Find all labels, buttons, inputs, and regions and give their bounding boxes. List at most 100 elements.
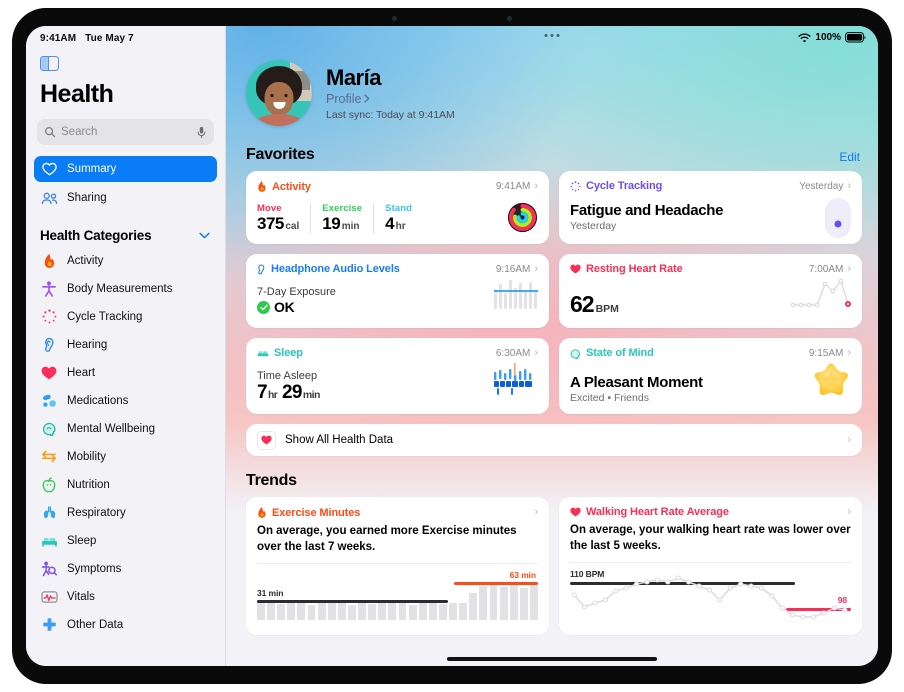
sleep-minutes: 29 [281,382,303,403]
chart-highlight-rule [453,582,538,585]
search-input[interactable] [61,126,191,138]
sleep-duration: 7hr 29min [257,383,320,403]
status-date: Tue May 7 [85,33,134,44]
stat-move: Move 375 cal [257,203,310,234]
chart-baseline-label: 31 min [257,588,284,599]
profile-link[interactable]: Profile [326,92,455,106]
sidebar-item-label: Respiratory [67,506,126,519]
card-time: 6:30AM [495,347,531,359]
sleep-label: Time Asleep [257,370,318,382]
microphone-icon[interactable] [196,126,207,139]
flame-icon [40,253,58,269]
multitasking-dots-icon[interactable] [544,34,560,37]
chevron-down-icon[interactable] [199,232,210,239]
stat-label: Move [257,203,282,214]
sidebar-item-mental-wellbeing[interactable]: Mental Wellbeing [34,415,217,442]
card-title: Sleep [257,347,303,359]
sidebar-item-heart[interactable]: Heart [34,359,217,386]
card-title: Exercise Minutes [257,506,360,519]
card-cycle-tracking[interactable]: Cycle Tracking Yesterday › Fatigue and H… [559,171,862,244]
ipad-device-frame: 9:41AM Tue May 7 Health Search Summary S… [12,8,892,684]
sidebar-item-sleep[interactable]: Sleep [34,527,217,554]
sidebar-item-sharing[interactable]: Sharing [34,185,217,211]
check-circle-icon [257,300,270,314]
avatar-smile [273,102,285,109]
cycle-dot-pill-icon [825,198,851,238]
pills-icon [40,394,58,408]
sensor-dot [507,16,512,21]
card-title-label: Activity [272,180,311,193]
ipad-screen: 9:41AM Tue May 7 Health Search Summary S… [26,26,878,666]
card-title: Resting Heart Rate [570,263,683,275]
flame-icon [258,180,266,192]
sidebar-item-nutrition[interactable]: Nutrition [34,471,217,498]
card-activity[interactable]: Activity 9:41AM › Move 375 cal Exercise … [246,171,549,244]
card-headphone-audio-levels[interactable]: Headphone Audio Levels 9:16AM › 7-Day Ex… [246,254,549,328]
card-state-of-mind[interactable]: State of Mind 9:15AM › A Pleasant Moment… [559,338,862,414]
sidebar-item-label: Cycle Tracking [67,310,143,323]
status-bar-left: 9:41AM Tue May 7 [26,33,225,44]
heart-filled-icon [570,507,581,517]
sidebar-item-activity[interactable]: Activity [34,247,217,274]
profile-header[interactable]: María Profile Last sync: Today at 9:41AM [246,60,862,146]
sidebar-item-medications[interactable]: Medications [34,387,217,414]
chevron-right-icon: › [534,506,538,518]
chart-baseline-rule [257,600,449,603]
show-all-health-data-row[interactable]: Show All Health Data › [246,424,862,456]
heart-filled-icon [570,264,581,274]
edit-favorites-button[interactable]: Edit [839,150,860,164]
sidebar-item-respiratory[interactable]: Respiratory [34,499,217,526]
trend-description: On average, you earned more Exercise min… [257,525,517,553]
main-content: 100% María Profile Last sync: Today at 9… [226,26,878,666]
card-time: 9:15AM [808,347,844,359]
heart-filled-icon [257,430,276,450]
card-time: 9:16AM [495,263,531,275]
sidebar-item-vitals[interactable]: Vitals [34,583,217,610]
sidebar-toggle-icon[interactable] [40,56,59,71]
card-trend-walking-heart-rate[interactable]: Walking Heart Rate Average › On average,… [559,497,862,636]
sidebar-item-symptoms[interactable]: Symptoms [34,555,217,582]
health-categories-header[interactable]: Health Categories [40,228,210,243]
card-title: Cycle Tracking [570,180,662,192]
profile-link-label: Profile [326,91,362,106]
sidebar-item-summary[interactable]: Summary [34,156,217,182]
card-meta: 9:15AM › [808,347,851,359]
card-sleep[interactable]: Sleep 6:30AM › Time Asleep 7hr 29min [246,338,549,414]
symptoms-icon [40,561,58,577]
card-body: 7-Day Exposure OK [257,277,539,315]
trends-grid: Exercise Minutes › On average, you earne… [246,497,862,636]
favorites-grid: Activity 9:41AM › Move 375 cal Exercise … [246,171,862,414]
heart-rate-line-chart-icon [790,278,851,317]
stat-exercise: Exercise 19 min [310,203,373,234]
walking-heart-rate-chart: 110 BPM 98 [570,562,851,624]
sidebar-item-label: Nutrition [67,478,110,491]
battery-percent-label: 100% [815,32,841,43]
bed-icon [40,535,58,547]
cycle-headline: Fatigue and Headache [570,202,724,219]
search-field[interactable] [37,119,214,145]
show-all-label: Show All Health Data [285,434,394,446]
card-time: Yesterday [799,180,844,192]
avatar[interactable] [246,60,312,126]
home-indicator[interactable] [447,657,657,661]
sidebar-item-hearing[interactable]: Hearing [34,331,217,358]
card-resting-heart-rate[interactable]: Resting Heart Rate 7:00AM › 62 BPM [559,254,862,328]
sidebar-item-mobility[interactable]: Mobility [34,443,217,470]
stat-value: 4 [385,214,395,233]
mood-summary: A Pleasant Moment Excited • Friends [570,374,703,404]
card-trend-exercise-minutes[interactable]: Exercise Minutes › On average, you earne… [246,497,549,636]
sidebar-item-label: Summary [67,163,117,175]
sidebar-item-label: Other Data [67,618,124,631]
sidebar-item-body-measurements[interactable]: Body Measurements [34,275,217,302]
profile-text: María Profile Last sync: Today at 9:41AM [326,65,455,120]
sleep-bars-chart-icon [492,362,538,402]
stat-label: Exercise [322,203,363,214]
sidebar-item-cycle-tracking[interactable]: Cycle Tracking [34,303,217,330]
sidebar-item-other-data[interactable]: Other Data [34,611,217,638]
sleep-hours-unit: hr [267,389,278,401]
stat-unit: cal [285,221,300,232]
main-scroll-area[interactable]: María Profile Last sync: Today at 9:41AM… [226,26,878,666]
exposure-summary: 7-Day Exposure OK [257,286,336,315]
card-title-label: Headphone Audio Levels [271,263,400,275]
heart-rate-unit: BPM [595,303,619,315]
